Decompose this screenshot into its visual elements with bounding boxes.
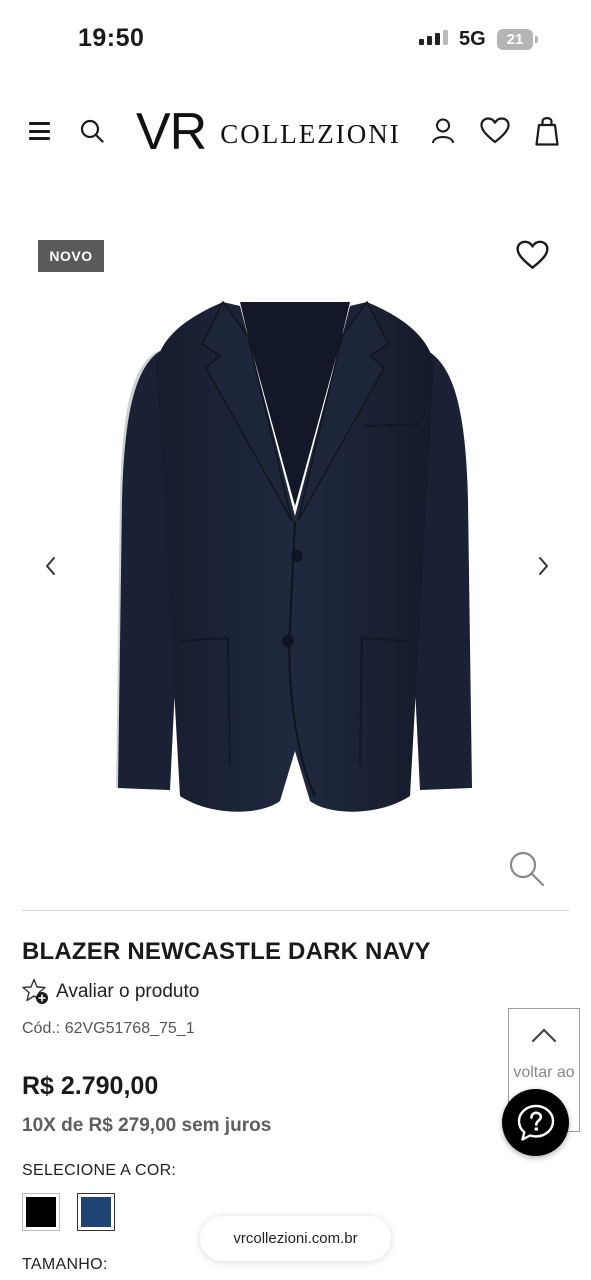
status-time: 19:50: [78, 24, 145, 52]
network-label: 5G: [459, 28, 486, 50]
question-icon: [517, 1104, 554, 1141]
status-bar: 19:50 5G 21: [0, 0, 591, 80]
product-image[interactable]: [110, 296, 480, 821]
product-price: R$ 2.790,00: [22, 1072, 159, 1100]
color-label: SELECIONE A COR:: [22, 1162, 177, 1179]
battery-icon: 21: [497, 29, 538, 50]
signal-icon: [419, 30, 448, 45]
chevron-right-icon[interactable]: [534, 556, 552, 576]
brand-logo[interactable]: VR COLLEZIONI: [136, 106, 401, 158]
chevron-up-icon: [531, 1028, 557, 1043]
wishlist-heart-icon[interactable]: [516, 240, 549, 270]
product-code: Cód.: 62VG51768_75_1: [22, 1020, 195, 1037]
rate-product-link[interactable]: Avaliar o produto: [22, 978, 199, 1005]
help-button[interactable]: [502, 1089, 569, 1156]
product-title: BLAZER NEWCASTLE DARK NAVY: [22, 938, 431, 965]
battery-level: 21: [506, 31, 524, 48]
site-header: VR COLLEZIONI: [0, 96, 591, 166]
back-to-top-label: voltar ao: [513, 1064, 575, 1081]
account-icon[interactable]: [431, 118, 455, 144]
installments-text: 10X de R$ 279,00 sem juros: [22, 1115, 272, 1136]
divider: [22, 910, 569, 911]
logo-mark: VR: [136, 103, 207, 161]
chevron-left-icon[interactable]: [42, 556, 60, 576]
browser-url-bar[interactable]: vrcollezioni.com.br: [200, 1216, 391, 1261]
search-icon[interactable]: [80, 119, 104, 143]
zoom-icon[interactable]: [508, 850, 546, 888]
star-add-icon: [22, 978, 48, 1004]
new-badge: NOVO: [38, 240, 104, 272]
color-swatch-navy[interactable]: [77, 1193, 115, 1231]
menu-icon[interactable]: [29, 122, 50, 140]
logo-text: COLLEZIONI: [220, 118, 401, 149]
rate-label: Avaliar o produto: [56, 980, 200, 1002]
heart-icon[interactable]: [480, 117, 510, 144]
color-swatch-black[interactable]: [22, 1193, 60, 1231]
bag-icon[interactable]: [535, 115, 559, 146]
size-label: TAMANHO:: [22, 1256, 108, 1273]
